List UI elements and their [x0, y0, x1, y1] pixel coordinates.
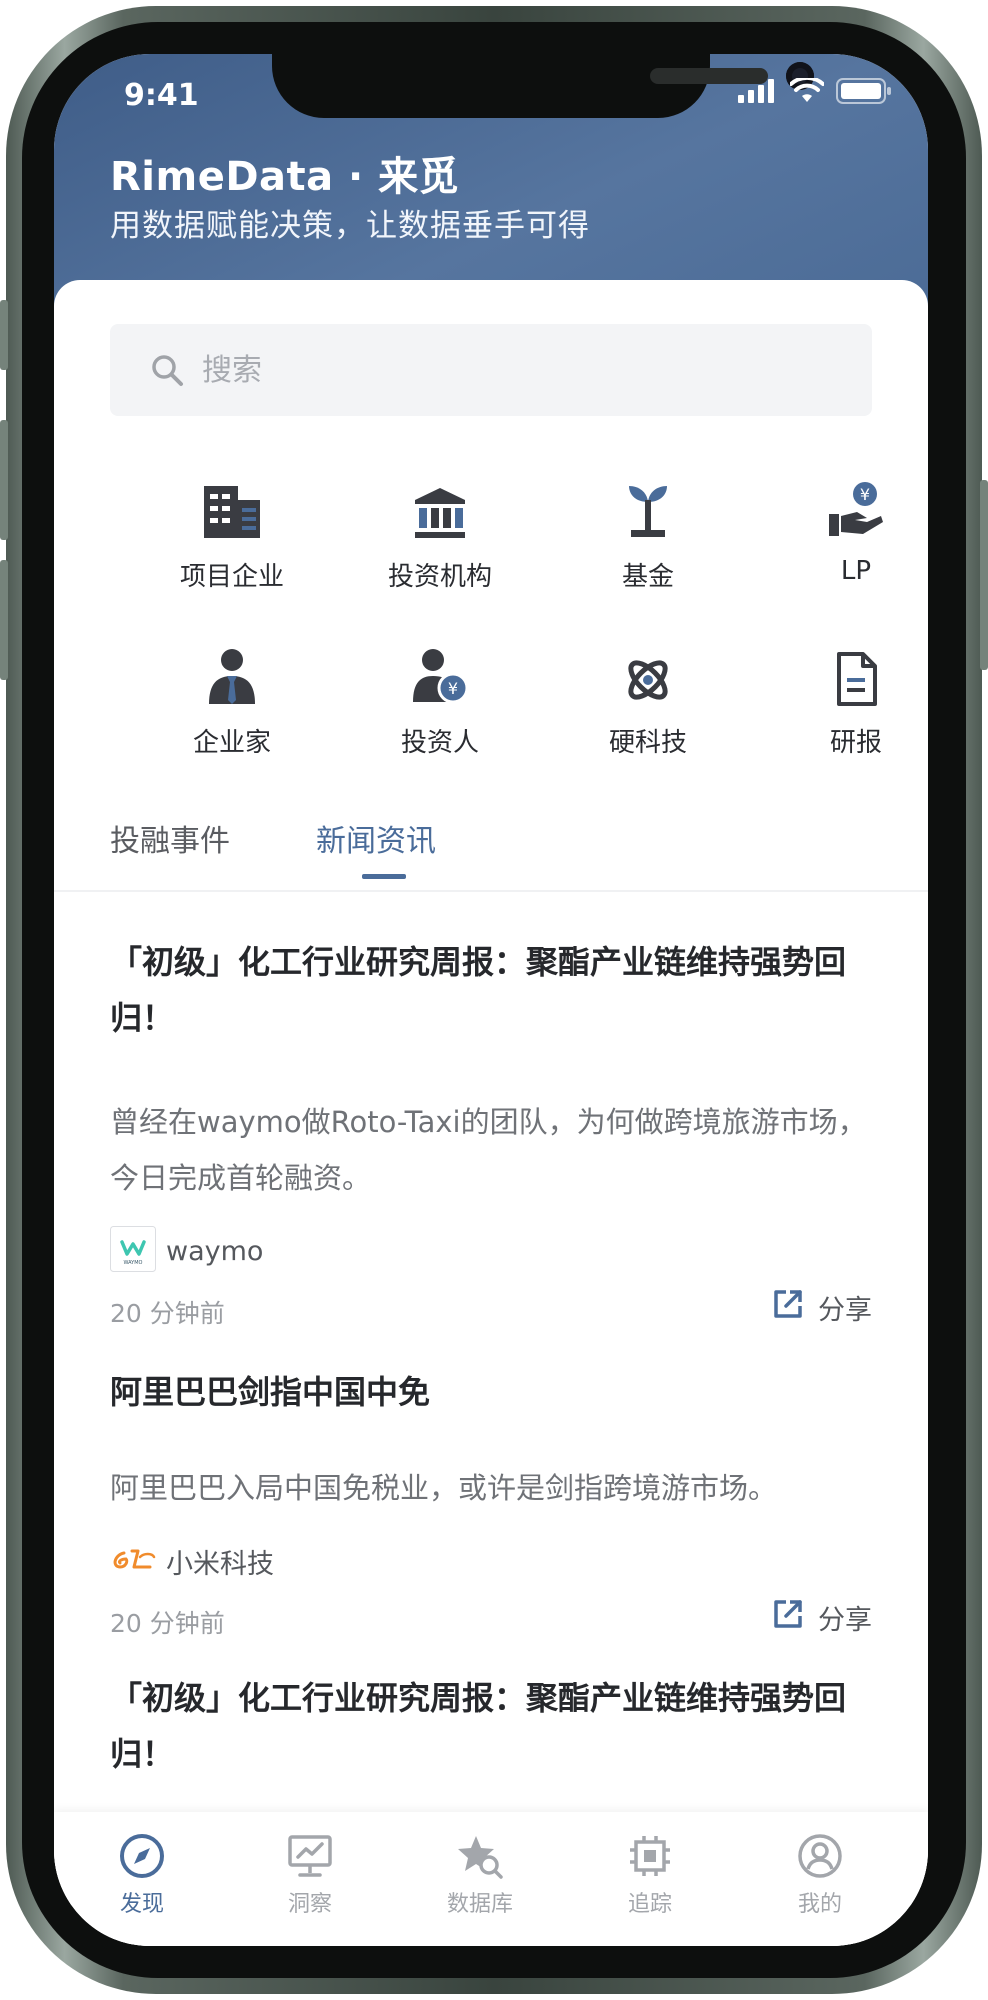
search-box[interactable]: [110, 324, 872, 416]
user-icon: [760, 1828, 880, 1884]
tabbar-item-me[interactable]: 我的: [760, 1828, 880, 1918]
category-label: 硬科技: [608, 728, 687, 758]
sprout-icon: [548, 470, 748, 540]
compass-icon: [82, 1828, 202, 1884]
tabbar-item-insight[interactable]: 洞察: [250, 1828, 370, 1918]
category-hard-tech[interactable]: 硬科技: [548, 636, 748, 766]
tabbar-label: 追踪: [627, 1892, 672, 1917]
share-label: 分享: [818, 1295, 872, 1326]
category-lp[interactable]: ¥ LP: [756, 470, 928, 600]
news-source-name: 小米科技: [166, 1549, 274, 1580]
tab-news[interactable]: 新闻资讯: [316, 816, 436, 860]
news-title[interactable]: 阿里巴巴剑指中国中免: [110, 1364, 880, 1420]
news-title[interactable]: 「初级」化工行业研究周报：聚酯产业链维持强势回归！: [110, 934, 880, 1046]
category-research-report[interactable]: 研报: [756, 636, 928, 766]
category-label: 项目企业: [179, 562, 284, 592]
news-time: 20 分钟前: [110, 1299, 225, 1328]
businessman-icon: [132, 636, 332, 706]
track-icon: [590, 1828, 710, 1884]
notch: [272, 54, 814, 118]
tabbar-item-discover[interactable]: 发现: [82, 1828, 202, 1918]
alibaba-logo-icon: [110, 1547, 156, 1577]
battery-icon: [836, 78, 892, 108]
category-label: 投资机构: [387, 562, 492, 592]
share-button[interactable]: 分享: [772, 1598, 872, 1637]
status-icons: [738, 75, 892, 108]
bank-icon: [340, 470, 540, 540]
content-tabs: 投融事件 新闻资讯: [54, 816, 928, 896]
search-icon: [150, 353, 184, 387]
category-project-company[interactable]: 项目企业: [132, 470, 332, 600]
news-description: 曾经在waymo做Roto-Taxi的团队，为何做跨境旅游市场，今日完成首轮融资…: [110, 1105, 867, 1195]
share-label: 分享: [818, 1605, 872, 1636]
category-fund[interactable]: 基金: [548, 470, 748, 600]
category-label: LP: [840, 556, 872, 586]
search-input[interactable]: [202, 352, 762, 388]
tabbar-item-database[interactable]: 数据库: [420, 1828, 540, 1918]
news-source-name: waymo: [166, 1235, 264, 1267]
category-entrepreneur[interactable]: 企业家: [132, 636, 332, 766]
svg-text:¥: ¥: [448, 679, 458, 698]
category-label: 研报: [829, 728, 882, 758]
power-button: [980, 480, 988, 670]
hand-yen-icon: ¥: [756, 470, 928, 540]
app-brand-subtitle: 用数据赋能决策，让数据垂手可得: [110, 208, 590, 244]
tab-divider: [54, 890, 928, 892]
news-source[interactable]: WAYMO waymo: [110, 1226, 263, 1276]
document-icon: [756, 636, 928, 706]
news-source[interactable]: 小米科技: [110, 1542, 274, 1581]
app-brand-title: RimeData · 来觅: [110, 154, 460, 200]
news-description: 阿里巴巴入局中国免税业，或许是剑指跨境游市场。: [110, 1471, 778, 1505]
signal-icon: [738, 79, 778, 107]
news-title[interactable]: 「初级」化工行业研究周报：聚酯产业链维持强势回归！: [110, 1670, 880, 1782]
category-label: 基金: [621, 562, 674, 592]
share-button[interactable]: 分享: [772, 1288, 872, 1327]
status-time: 9:41: [124, 78, 199, 113]
tabbar-item-track[interactable]: 追踪: [590, 1828, 710, 1918]
volume-up-button: [0, 420, 8, 540]
phone-screen: 9:41 RimeData · 来觅 用数据赋能决策，让数据垂手可得 搜索 项目…: [54, 54, 928, 1946]
monitor-chart-icon: [250, 1828, 370, 1884]
tabbar-label: 洞察: [287, 1892, 332, 1917]
tabbar-label: 发现: [119, 1892, 164, 1917]
waymo-logo-icon: WAYMO: [110, 1226, 156, 1276]
atom-icon: [548, 636, 748, 706]
side-button: [0, 300, 8, 370]
category-investment-institution[interactable]: 投资机构: [340, 470, 540, 600]
category-label: 企业家: [192, 728, 271, 758]
tabbar-label: 数据库: [446, 1892, 513, 1917]
share-icon: [772, 1598, 804, 1637]
active-tab-indicator: [362, 874, 406, 879]
investor-yen-icon: ¥: [340, 636, 540, 706]
category-investor[interactable]: ¥ 投资人: [340, 636, 540, 766]
volume-down-button: [0, 560, 8, 680]
svg-text:¥: ¥: [860, 485, 870, 504]
tabbar-label: 我的: [797, 1892, 842, 1917]
building-icon: [132, 470, 332, 540]
svg-text:WAYMO: WAYMO: [123, 1260, 142, 1266]
share-icon: [772, 1288, 804, 1327]
wifi-icon: [789, 75, 825, 108]
news-time: 20 分钟前: [110, 1609, 225, 1638]
star-search-icon: [420, 1828, 540, 1884]
bottom-tab-bar: 发现 洞察 数据库 追踪 我的: [54, 1812, 928, 1946]
tab-financing-events[interactable]: 投融事件: [110, 816, 230, 860]
category-label: 投资人: [400, 728, 479, 758]
